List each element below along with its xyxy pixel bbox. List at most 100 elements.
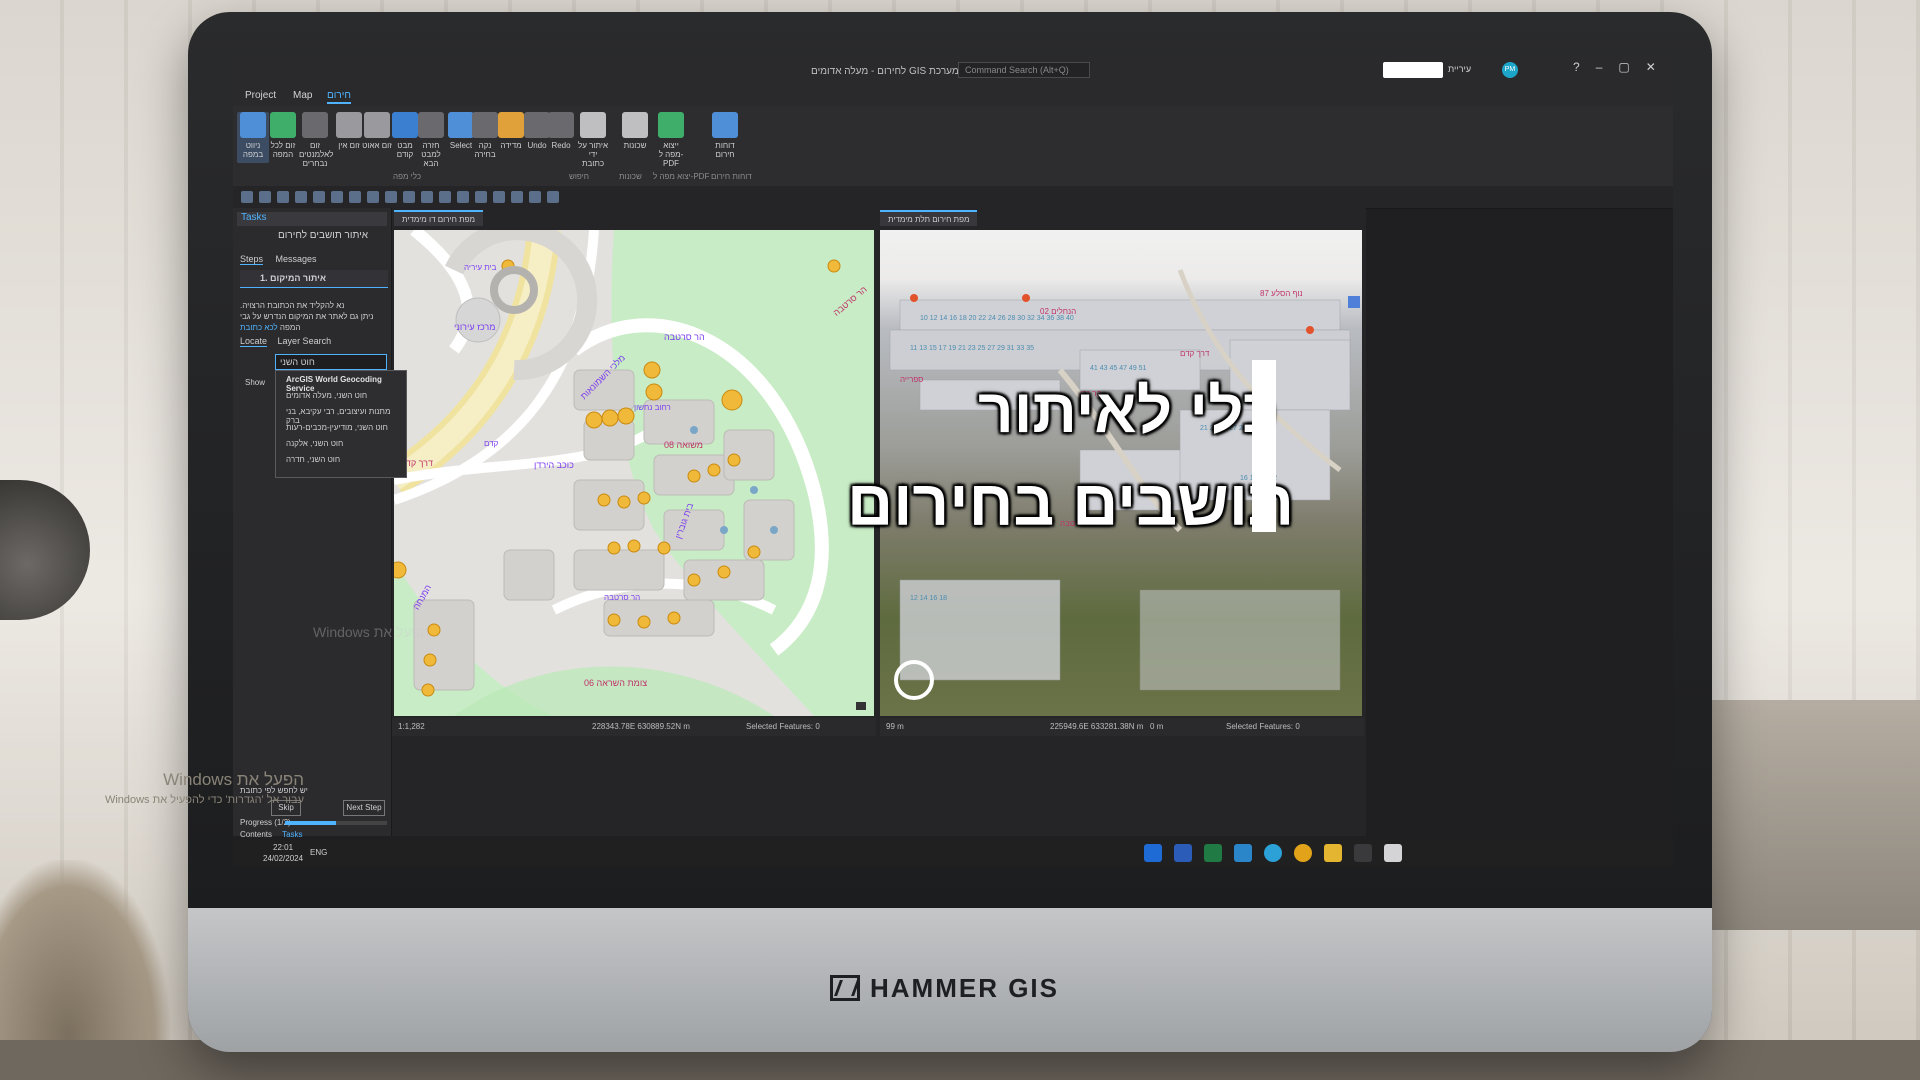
map-label: נוף הסלע 87 [1260, 289, 1303, 298]
quick-access-box[interactable] [1383, 62, 1443, 78]
toolbar-tool-icon[interactable] [331, 191, 343, 203]
title-bar: לחירום - מעלה אדומים GIS מערכת Command S… [233, 58, 1673, 86]
ribbon-button[interactable]: ניווט במפה [237, 112, 269, 163]
map-label: מרכז עירוני [454, 322, 495, 332]
progress-fill [285, 821, 336, 825]
selected-features: Selected Features: 0 [746, 722, 820, 731]
ribbon-tool-icon [418, 112, 444, 138]
edge-icon[interactable] [1264, 844, 1282, 862]
svg-text:10 12 14 16 18 20 22 24 26 28: 10 12 14 16 18 20 22 24 26 28 30 32 34 3… [920, 315, 1074, 322]
windows-start-icon[interactable] [1384, 844, 1402, 862]
map-label: כוכב הירדן [534, 460, 574, 470]
excel-icon[interactable] [1204, 844, 1222, 862]
tab-steps[interactable]: Steps [240, 254, 264, 265]
ribbon-tool-icon [364, 112, 390, 138]
ribbon-button[interactable]: דוחות חירום [709, 112, 741, 159]
toolbar-tool-icon[interactable] [511, 191, 523, 203]
tasks-pane: Tasks איתור תושבים לחירום Steps Messages… [233, 208, 407, 839]
ribbon-button[interactable]: איתור על ידי כתובת [577, 112, 609, 168]
tab-contents[interactable]: Contents [240, 830, 272, 839]
toolbar-tool-icon[interactable] [529, 191, 541, 203]
arcgis-icon[interactable] [1234, 844, 1252, 862]
ribbon-button[interactable]: Redo [545, 112, 577, 150]
progress-bar [285, 821, 387, 825]
toolbar-tool-icon[interactable] [457, 191, 469, 203]
instruction-link[interactable]: לכא כתובת [240, 323, 278, 332]
list-item[interactable]: מתנות ועיצובים, רבי עקיבא, בני ברק [276, 403, 406, 425]
svg-text:11 13 15 17 19 21 23 25 27 29: 11 13 15 17 19 21 23 25 27 29 31 33 35 [910, 345, 1034, 352]
toolbar-tool-icon[interactable] [259, 191, 271, 203]
toolbar-tool-icon[interactable] [547, 191, 559, 203]
tab-map-3d[interactable]: מפת חירום תלת מימדית [880, 210, 978, 226]
toolbar-tool-icon[interactable] [439, 191, 451, 203]
help-icon[interactable]: ? [1573, 60, 1580, 74]
step-instructions: .נא להקליד את הכתובת הרצויה ניתן גם לאתר… [240, 300, 390, 333]
clock-date: 24/02/2024 [263, 854, 304, 863]
list-item[interactable]: ArcGIS World Geocoding Service [276, 371, 406, 393]
avatar[interactable]: PM [1502, 62, 1518, 78]
word-icon[interactable] [1174, 844, 1192, 862]
menu-emergency[interactable]: חירום [327, 90, 351, 104]
tab-locate[interactable]: Locate [240, 336, 268, 347]
toolbar-tool-icon[interactable] [295, 191, 307, 203]
tab-tasks[interactable]: Tasks [282, 830, 302, 839]
map-3d-statusbar: 99 m 225949.6E 633281.38N m 0 m Selected… [880, 718, 1364, 736]
ribbon-button[interactable]: זום לאלמנטים נבחרים [299, 112, 334, 168]
minimize-icon[interactable]: – [1596, 60, 1603, 74]
tab-map-2d[interactable]: מפת חירום דו מימדית [394, 210, 483, 226]
toolbar-tool-icon[interactable] [493, 191, 505, 203]
map-label: דרך קדם [1180, 349, 1210, 358]
chrome-icon[interactable] [1294, 844, 1312, 862]
ribbon-button[interactable]: ייצוא מפה ל-PDF [655, 112, 687, 168]
maximize-icon[interactable]: ▢ [1618, 60, 1629, 74]
selected-features: Selected Features: 0 [1226, 722, 1300, 731]
menu-project[interactable]: Project [245, 90, 276, 101]
toolbar-tool-icon[interactable] [241, 191, 253, 203]
clock-time: 22:01 [273, 843, 294, 852]
file-explorer-icon[interactable] [1324, 844, 1342, 862]
brand-name: HAMMER GIS [870, 972, 1059, 1003]
taskbar-app-icon[interactable] [1144, 844, 1162, 862]
windows-activation-watermark: Windows הפעל את Windows עבור אל 'הגדרות'… [82, 770, 304, 806]
map-toolbar [233, 186, 1673, 209]
step-item[interactable]: 1. איתור המיקום [240, 270, 388, 288]
ribbon-tool-icon [622, 112, 648, 138]
map-2d-view: מפת חירום דו מימדית מרכז עירוני בית עירי… [392, 208, 878, 836]
scale-selector[interactable]: 1:1,282 [398, 722, 425, 731]
toolbar-tool-icon[interactable] [313, 191, 325, 203]
language-indicator[interactable]: ENG [310, 848, 327, 857]
toolbar-tool-icon[interactable] [475, 191, 487, 203]
toolbar-tool-icon[interactable] [277, 191, 289, 203]
toolbar-tool-icon[interactable] [421, 191, 433, 203]
ribbon-button[interactable]: שכונות [619, 112, 651, 150]
ribbon-tool-icon [240, 112, 266, 138]
ribbon-button[interactable]: זום לכל המפה [267, 112, 299, 159]
show-checkbox-label[interactable]: Show [245, 378, 265, 387]
ribbon-button-label: זום לאלמנטים נבחרים [299, 141, 334, 168]
command-search-input[interactable]: Command Search (Alt+Q) [958, 62, 1090, 78]
toolbar-tool-icon[interactable] [367, 191, 379, 203]
close-icon[interactable]: ✕ [1646, 60, 1656, 74]
map-2d-canvas[interactable]: מרכז עירוני בית עיריה הר סרטבה מלכי השמו… [394, 230, 874, 716]
toolbar-tool-icon[interactable] [349, 191, 361, 203]
scale-selector[interactable]: 99 m [886, 722, 904, 731]
caption-bar [1252, 360, 1276, 532]
tab-messages[interactable]: Messages [276, 254, 317, 264]
tab-layer-search[interactable]: Layer Search [278, 336, 332, 346]
list-item[interactable]: חוט השני, אלקנה [276, 435, 406, 451]
locate-search-input[interactable]: חוט השני [275, 354, 387, 370]
search-icon[interactable] [1354, 844, 1372, 862]
toolbar-tool-icon[interactable] [385, 191, 397, 203]
ribbon: ניווט במפה זום לכל המפה זום לאלמנטים נבחרי… [233, 106, 1673, 187]
map-label: רחוב נחשון [634, 403, 671, 412]
ribbon-group-label: דוחות חירום [711, 172, 752, 181]
menu-map[interactable]: Map [293, 90, 312, 101]
map-label: צומת השראה 06 [584, 678, 647, 688]
ribbon-button[interactable]: חזרה למבט הבא [415, 112, 447, 168]
toolbar-tool-icon[interactable] [403, 191, 415, 203]
ribbon-tool-icon [658, 112, 684, 138]
next-step-button[interactable]: Next Step [343, 800, 385, 816]
list-item[interactable]: חוט השני, חדרה [276, 451, 406, 467]
progress-label: Progress (1/2) [240, 818, 291, 827]
ribbon-button-label: ניווט במפה [242, 141, 264, 159]
